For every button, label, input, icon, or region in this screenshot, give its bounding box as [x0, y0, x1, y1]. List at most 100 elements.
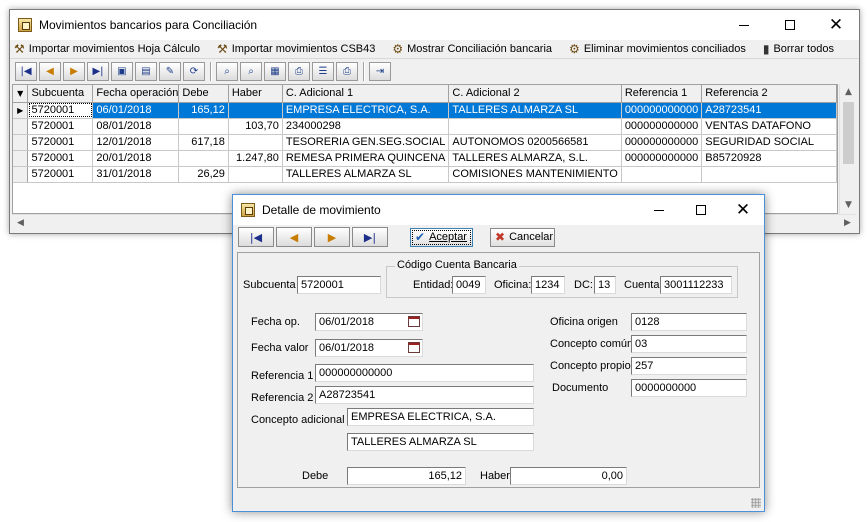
grid-cell[interactable]: SEGURIDAD SOCIAL	[701, 134, 837, 151]
grid-cell[interactable]: 000000000000	[621, 150, 703, 167]
scroll-thumb[interactable]	[843, 102, 854, 164]
oficina-field[interactable]: 1234	[531, 276, 565, 294]
grid-cell[interactable]: 5720001	[27, 102, 94, 119]
grid-cell[interactable]: 000000000000	[621, 118, 703, 135]
fecha-valor-field[interactable]: 06/01/2018	[315, 339, 423, 357]
close-button[interactable]: ✕	[813, 10, 859, 40]
column-header[interactable]: Haber	[228, 85, 283, 103]
scroll-down-icon[interactable]: ▼	[840, 197, 857, 214]
menu-import-spreadsheet[interactable]: ⚒ Importar movimientos Hoja Cálculo	[14, 42, 200, 56]
grid-cell[interactable]: 5720001	[27, 118, 94, 135]
edit-record-button[interactable]: ✎	[159, 61, 181, 81]
grid-cell[interactable]	[178, 118, 229, 135]
grid-cell[interactable]: 5720001	[27, 134, 94, 151]
accept-button[interactable]: ✔ Aceptar	[410, 227, 473, 247]
grid-cell[interactable]	[228, 102, 283, 119]
grid-corner[interactable]: ▼	[13, 85, 29, 103]
dialog-close-button[interactable]: ✕	[722, 195, 764, 225]
calendar-icon[interactable]	[408, 316, 420, 327]
column-header[interactable]: Referencia 2	[701, 85, 837, 103]
refresh-button[interactable]: ⟳	[183, 61, 205, 81]
grid-cell[interactable]: TESORERIA GEN.SEG.SOCIAL	[282, 134, 450, 151]
grid-cell[interactable]: REMESA PRIMERA QUINCENA	[282, 150, 450, 167]
delete-record-button[interactable]: ▤	[135, 61, 157, 81]
row-indicator[interactable]	[13, 134, 29, 151]
haber-field[interactable]: 0,00	[510, 467, 627, 485]
subcuenta-field[interactable]: 5720001	[297, 276, 381, 294]
grid-cell[interactable]: 165,12	[178, 102, 229, 119]
dialog-next-button[interactable]: ▶	[314, 227, 350, 247]
concepto-comun-field[interactable]: 03	[631, 335, 747, 353]
calendar-icon[interactable]	[408, 342, 420, 353]
dc-field[interactable]: 13	[594, 276, 616, 294]
menu-import-csb43[interactable]: ⚒ Importar movimientos CSB43	[217, 42, 375, 56]
entidad-field[interactable]: 0049	[452, 276, 486, 294]
dialog-maximize-button[interactable]	[680, 195, 722, 225]
grid-cell[interactable]	[228, 134, 283, 151]
grid-cell[interactable]: 20/01/2018	[92, 150, 180, 167]
grid-cell[interactable]: 12/01/2018	[92, 134, 180, 151]
cuenta-field[interactable]: 3001112233	[660, 276, 732, 294]
grid-cell[interactable]: 000000000000	[621, 102, 703, 119]
table-row[interactable]: 5720001 20/01/2018 1.247,80 REMESA PRIME…	[13, 150, 837, 167]
grid-cell[interactable]: 1.247,80	[228, 150, 283, 167]
print-preview-button[interactable]: ⎙	[336, 61, 358, 81]
dialog-first-button[interactable]: |◀	[238, 227, 274, 247]
grid-cell[interactable]: 06/01/2018	[92, 102, 180, 119]
dialog-titlebar[interactable]: Detalle de movimiento ✕	[233, 195, 764, 225]
grid-cell[interactable]: EMPRESA ELECTRICA, S.A.	[282, 102, 450, 119]
grid-cell[interactable]: COMISIONES MANTENIMIENTO	[448, 166, 622, 183]
previous-record-button[interactable]: ◀	[39, 61, 61, 81]
row-indicator[interactable]	[13, 150, 29, 167]
menu-delete-reconciled[interactable]: ⚙ Eliminar movimientos conciliados	[569, 42, 746, 56]
fecha-op-field[interactable]: 06/01/2018	[315, 313, 423, 331]
documento-field[interactable]: 0000000000	[631, 379, 747, 397]
concepto-propio-field[interactable]: 257	[631, 357, 747, 375]
grid-cell[interactable]: 617,18	[178, 134, 229, 151]
column-header[interactable]: C. Adicional 1	[282, 85, 450, 103]
grid-cell[interactable]: AUTONOMOS 0200566581	[448, 134, 622, 151]
grid-cell[interactable]: 5720001	[27, 150, 94, 167]
scroll-up-icon[interactable]: ▲	[840, 84, 857, 101]
search-next-button[interactable]: ⌕	[240, 61, 262, 81]
grid-cell[interactable]: TALLERES ALMARZA, S.L.	[448, 150, 622, 167]
grid-cell[interactable]: 5720001	[27, 166, 94, 183]
oficina-origen-field[interactable]: 0128	[631, 313, 747, 331]
grid-cell[interactable]: 234000298	[282, 118, 450, 135]
row-indicator[interactable]	[13, 118, 29, 135]
column-header[interactable]: C. Adicional 2	[448, 85, 622, 103]
grid-cell[interactable]	[621, 166, 703, 183]
scroll-right-icon[interactable]: ▶	[839, 215, 856, 232]
export-button[interactable]: ⇥	[369, 61, 391, 81]
insert-record-button[interactable]: ▣	[111, 61, 133, 81]
grid-cell[interactable]: TALLERES ALMARZA SL	[282, 166, 450, 183]
column-header[interactable]: Fecha operación	[92, 85, 180, 103]
list-button[interactable]: ☰	[312, 61, 334, 81]
row-indicator[interactable]: ▶	[13, 102, 29, 119]
cancel-button[interactable]: ✖ Cancelar	[490, 227, 555, 247]
grid-cell[interactable]	[178, 150, 229, 167]
concepto-adicional2-field[interactable]: TALLERES ALMARZA SL	[347, 433, 534, 451]
column-header[interactable]: Debe	[178, 85, 229, 103]
last-record-button[interactable]: ▶|	[87, 61, 109, 81]
grid-cell[interactable]: 26,29	[178, 166, 229, 183]
table-row[interactable]: 5720001 31/01/2018 26,29 TALLERES ALMARZ…	[13, 166, 837, 183]
debe-field[interactable]: 165,12	[347, 467, 466, 485]
menu-delete-all[interactable]: ▮ Borrar todos	[763, 42, 834, 56]
column-header[interactable]: Referencia 1	[621, 85, 703, 103]
scroll-left-icon[interactable]: ◀	[12, 215, 29, 232]
grid-cell[interactable]: VENTAS DATAFONO	[701, 118, 837, 135]
grid-cell[interactable]: 31/01/2018	[92, 166, 180, 183]
referencia2-field[interactable]: A28723541	[315, 386, 534, 404]
grid-cell[interactable]: TALLERES ALMARZA SL	[448, 102, 622, 119]
grid-cell[interactable]	[228, 166, 283, 183]
grid-vertical-scrollbar[interactable]: ▲ ▼	[839, 84, 856, 214]
dialog-last-button[interactable]: ▶|	[352, 227, 388, 247]
referencia1-field[interactable]: 000000000000	[315, 364, 534, 382]
row-indicator[interactable]	[13, 166, 29, 183]
grid-cell[interactable]: 000000000000	[621, 134, 703, 151]
minimize-button[interactable]	[721, 10, 767, 40]
main-titlebar[interactable]: Movimientos bancarios para Conciliación …	[10, 10, 859, 40]
table-row[interactable]: 5720001 08/01/2018 103,70 234000298 0000…	[13, 118, 837, 135]
dialog-previous-button[interactable]: ◀	[276, 227, 312, 247]
